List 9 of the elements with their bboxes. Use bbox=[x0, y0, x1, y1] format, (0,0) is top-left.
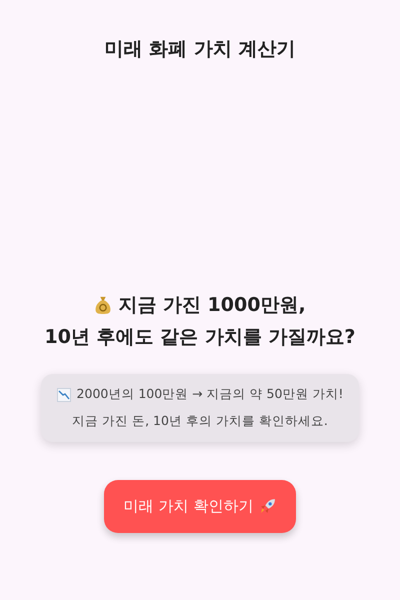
chart-down-icon bbox=[56, 388, 71, 402]
info-text: 2000년의 100만원 → 지금의 약 50만원 가치! bbox=[76, 386, 344, 403]
rocket-icon bbox=[259, 498, 276, 515]
check-value-button[interactable]: 미래 가치 확인하기 bbox=[104, 480, 296, 533]
headline-text: 지금 가진 1000만원, bbox=[118, 293, 306, 318]
app-title: 미래 화폐 가치 계산기 bbox=[104, 37, 296, 62]
headline-text: 10년 후에도 같은 가치를 가질까요? bbox=[44, 325, 356, 350]
money-bag-icon bbox=[94, 295, 112, 315]
info-text: 지금 가진 돈, 10년 후의 가치를 확인하세요. bbox=[72, 413, 328, 430]
